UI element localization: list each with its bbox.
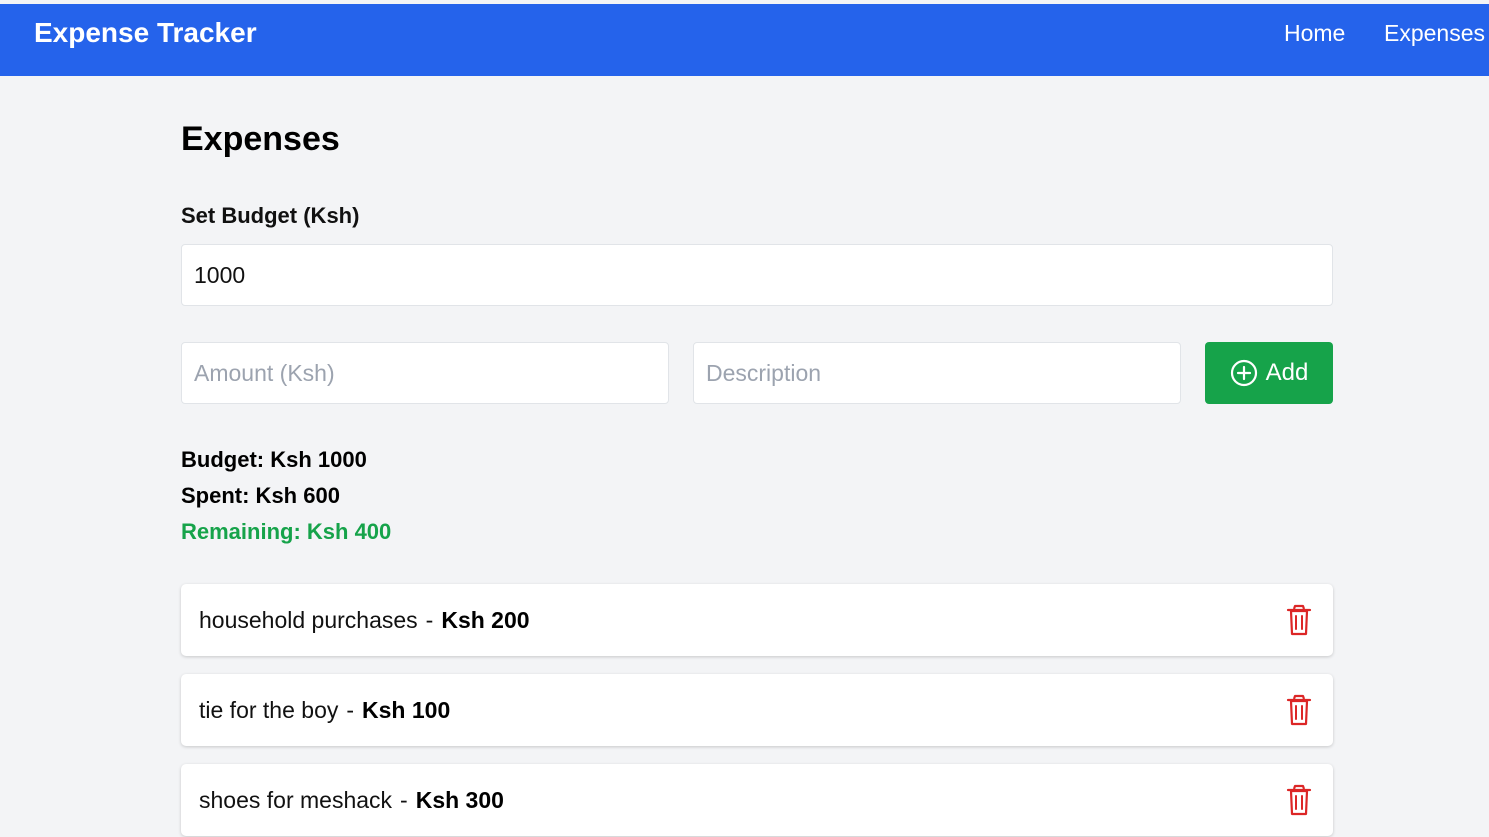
plus-circle-icon [1230, 359, 1258, 387]
add-button-label: Add [1265, 359, 1309, 386]
spent-summary-text: Spent: Ksh 600 [181, 483, 340, 508]
budget-summary: Budget: Ksh 1000 Spent: Ksh 600 Remainin… [181, 442, 391, 550]
expense-amount: Ksh 100 [362, 697, 451, 723]
remaining-summary-text: Remaining: Ksh 400 [181, 519, 392, 544]
budget-label: Set Budget (Ksh) [181, 203, 360, 228]
delete-expense-button[interactable] [1285, 694, 1313, 726]
page-title: Expenses [181, 120, 340, 158]
main-content: Expenses Set Budget (Ksh) Add Budget: Ks… [181, 76, 1333, 837]
expense-description: shoes for meshack [199, 787, 393, 813]
expense-item: household purchases - Ksh 200 [181, 584, 1333, 656]
expense-separator: - [346, 697, 355, 723]
description-input[interactable] [693, 342, 1181, 404]
trash-icon [1285, 784, 1313, 816]
expense-amount: Ksh 300 [415, 787, 504, 813]
expense-separator: - [400, 787, 408, 813]
delete-expense-button[interactable] [1285, 784, 1313, 816]
app-brand: Expense Tracker [34, 17, 257, 48]
home-nav-link[interactable]: Home [1284, 19, 1345, 47]
trash-icon [1285, 604, 1313, 636]
expense-list: household purchases - Ksh 200 tie for th… [181, 584, 1333, 837]
expense-description: tie for the boy [199, 697, 339, 723]
expense-amount: Ksh 200 [441, 607, 530, 633]
expense-description: household purchases [199, 607, 418, 633]
expense-tracker-page: Expense Tracker Home Expenses Expenses S… [0, 0, 1489, 837]
budget-input[interactable] [181, 244, 1333, 306]
budget-summary-text: Budget: Ksh 1000 [181, 447, 367, 472]
trash-icon [1285, 694, 1313, 726]
expense-item: tie for the boy - Ksh 100 [181, 674, 1333, 746]
expense-item: shoes for meshack - Ksh 300 [181, 764, 1333, 836]
delete-expense-button[interactable] [1285, 604, 1313, 636]
expense-separator: - [425, 607, 434, 633]
top-navigation-bar: Expense Tracker Home Expenses [0, 4, 1489, 76]
add-expense-button[interactable]: Add [1205, 342, 1333, 404]
expenses-nav-link[interactable]: Expenses [1384, 19, 1485, 47]
amount-input[interactable] [181, 342, 669, 404]
